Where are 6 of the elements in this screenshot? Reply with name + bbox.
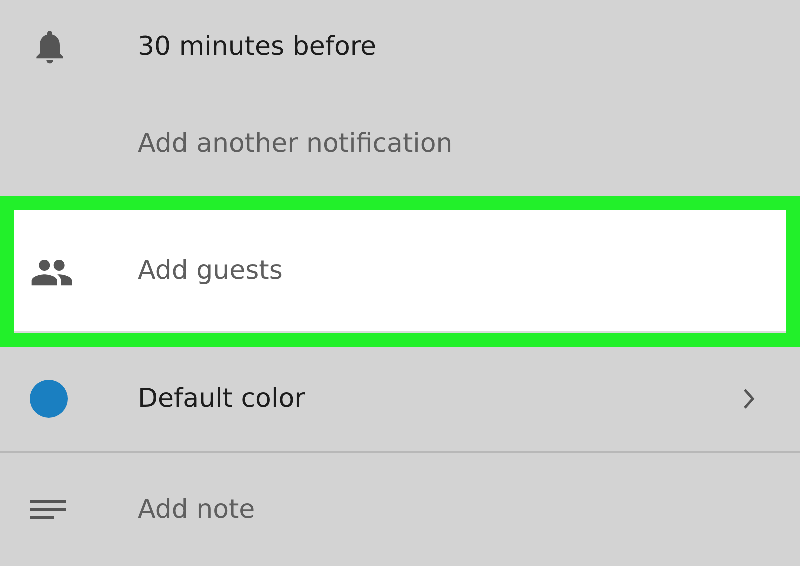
notes-icon xyxy=(30,500,66,520)
row-label: Add guests xyxy=(138,256,284,286)
row-label: Add note xyxy=(138,494,256,525)
row-label: Default color xyxy=(138,384,306,414)
row-label: 30 minutes before xyxy=(138,32,378,62)
row-label: Add another notification xyxy=(138,129,454,160)
